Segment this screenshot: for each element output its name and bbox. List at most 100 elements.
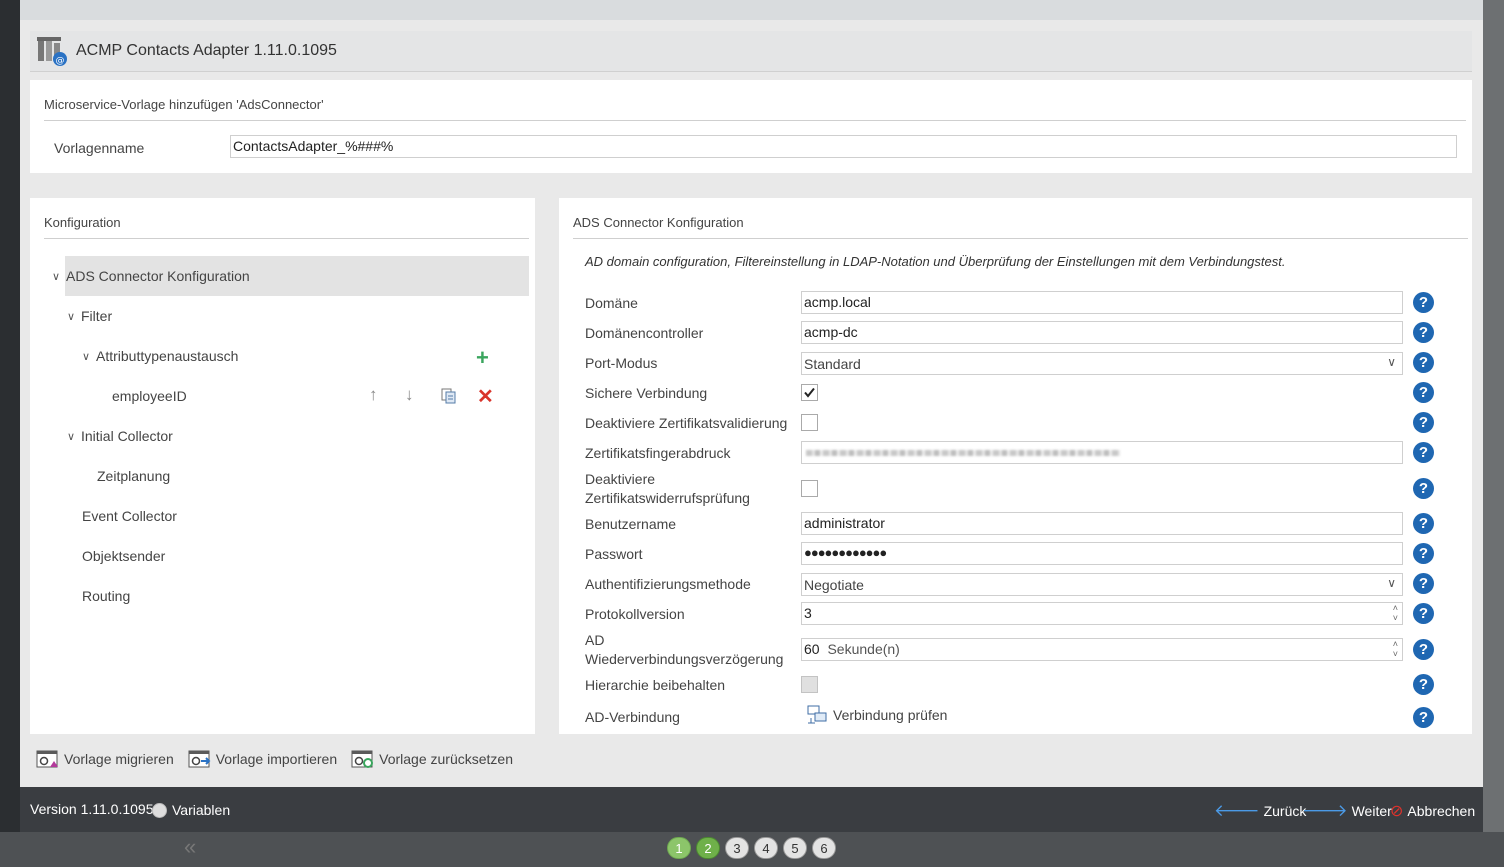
chevron-down-icon[interactable]: ∨ bbox=[67, 430, 81, 443]
arrow-right-icon: 🡒 bbox=[1302, 801, 1348, 820]
tree-item-attribute-exchange[interactable]: ∨ Attributtypenaustausch bbox=[82, 348, 238, 364]
cancel-button[interactable]: ⊘ Abbrechen bbox=[1390, 801, 1475, 821]
help-icon[interactable]: ? bbox=[1413, 543, 1434, 564]
domain-controller-label: Domänencontroller bbox=[585, 325, 704, 341]
ads-connector-panel: ADS Connector Konfiguration AD domain co… bbox=[559, 198, 1472, 734]
template-name-section: Microservice-Vorlage hinzufügen 'AdsConn… bbox=[30, 80, 1472, 173]
password-label: Passwort bbox=[585, 546, 643, 562]
reconnect-delay-value: 60 bbox=[804, 641, 820, 657]
username-label: Benutzername bbox=[585, 516, 677, 532]
dialog-titlebar: @ ACMP Contacts Adapter 1.11.0.1095 bbox=[30, 31, 1472, 72]
help-icon[interactable]: ? bbox=[1413, 707, 1434, 728]
wizard-step-1: 1 bbox=[667, 837, 691, 859]
reconnect-delay-unit: Sekunde(n) bbox=[827, 641, 900, 657]
tree-item-filter[interactable]: ∨ Filter bbox=[67, 308, 112, 324]
checkmark-icon bbox=[804, 387, 815, 398]
back-button[interactable]: 🡐 Zurück bbox=[1214, 801, 1306, 821]
dialog-title: ACMP Contacts Adapter 1.11.0.1095 bbox=[76, 42, 337, 59]
help-icon[interactable]: ? bbox=[1413, 573, 1434, 594]
chevron-down-icon[interactable]: ∨ bbox=[52, 270, 66, 283]
move-down-icon[interactable]: ↓ bbox=[405, 385, 414, 405]
keep-hierarchy-checkbox[interactable] bbox=[801, 676, 818, 693]
reset-template-button[interactable]: Vorlage zurücksetzen bbox=[351, 748, 513, 770]
help-icon[interactable]: ? bbox=[1413, 603, 1434, 624]
template-name-input[interactable]: ContactsAdapter_%###% bbox=[230, 135, 1457, 158]
copy-icon[interactable] bbox=[440, 387, 458, 405]
help-icon[interactable]: ? bbox=[1413, 478, 1434, 499]
background-app-sidebar bbox=[0, 0, 20, 867]
port-mode-label: Port-Modus bbox=[585, 355, 658, 371]
chevron-down-icon[interactable]: ∨ bbox=[67, 310, 81, 323]
cert-fingerprint-input[interactable] bbox=[801, 441, 1403, 464]
reset-template-icon bbox=[351, 750, 374, 768]
tree-item-ads-connector[interactable]: ∨ ADS Connector Konfiguration bbox=[52, 268, 250, 284]
chevron-down-icon: ∨ bbox=[1387, 576, 1396, 590]
dialog-footer: Version 1.11.0.1095 Variablen 🡐 Zurück 🡒… bbox=[20, 787, 1483, 832]
disable-revocation-label-line1: Deaktiviere bbox=[585, 471, 656, 487]
import-template-icon bbox=[188, 750, 211, 768]
check-connection-button[interactable]: Verbindung prüfen bbox=[807, 704, 947, 725]
tree-item-label: Routing bbox=[82, 588, 131, 604]
tree-item-event-collector[interactable]: Event Collector bbox=[82, 508, 177, 524]
ads-panel-description: AD domain configuration, Filtereinstellu… bbox=[585, 254, 1286, 269]
port-mode-select[interactable]: Standard ∨ bbox=[801, 352, 1403, 375]
spinner-arrows-icon[interactable]: ˄ ˅ bbox=[1393, 639, 1398, 659]
version-label: Version 1.11.0.1095 bbox=[30, 801, 154, 817]
import-template-label: Vorlage importieren bbox=[215, 751, 338, 767]
migrate-template-label: Vorlage migrieren bbox=[64, 751, 174, 767]
redacted-fingerprint bbox=[806, 450, 1120, 456]
secure-connection-checkbox[interactable] bbox=[801, 384, 818, 401]
help-icon[interactable]: ? bbox=[1413, 412, 1434, 433]
next-button[interactable]: 🡒 Weiter bbox=[1302, 801, 1392, 821]
help-icon[interactable]: ? bbox=[1413, 292, 1434, 313]
domain-input[interactable]: acmp.local bbox=[801, 291, 1403, 314]
protocol-version-label: Protokollversion bbox=[585, 606, 685, 622]
check-connection-label: Verbindung prüfen bbox=[833, 706, 948, 723]
move-up-icon[interactable]: ↑ bbox=[369, 385, 378, 405]
adapter-app-icon: @ bbox=[37, 37, 67, 66]
ad-connection-label: AD-Verbindung bbox=[585, 709, 680, 725]
help-icon[interactable]: ? bbox=[1413, 322, 1434, 343]
spinner-arrows-icon[interactable]: ˄ ˅ bbox=[1393, 603, 1398, 623]
tree-item-label: Objektsender bbox=[82, 548, 166, 564]
migrate-template-button[interactable]: Vorlage migrieren bbox=[36, 748, 174, 770]
disable-cert-validation-checkbox[interactable] bbox=[801, 414, 818, 431]
ads-panel-heading: ADS Connector Konfiguration bbox=[573, 215, 1468, 239]
tree-item-employeeid[interactable]: employeeID bbox=[112, 388, 187, 404]
disable-revocation-label: Deaktiviere Zertifikatswiderrufsprüfung bbox=[585, 470, 750, 508]
protocol-version-input[interactable]: 3 ˄ ˅ bbox=[801, 602, 1403, 625]
reconnect-delay-label: AD Wiederverbindungsverzögerung bbox=[585, 631, 783, 669]
help-icon[interactable]: ? bbox=[1413, 382, 1434, 403]
variables-radio[interactable] bbox=[152, 803, 167, 818]
configuration-tree-panel: Konfiguration ∨ ADS Connector Konfigurat… bbox=[30, 198, 535, 734]
password-input[interactable]: ●●●●●●●●●●●● bbox=[801, 542, 1403, 565]
chevron-down-icon[interactable]: ∨ bbox=[82, 350, 96, 363]
auth-method-label: Authentifizierungsmethode bbox=[585, 576, 751, 592]
svg-text:@: @ bbox=[56, 56, 65, 66]
cancel-label: Abbrechen bbox=[1407, 803, 1476, 819]
background-app-right bbox=[1483, 0, 1504, 867]
help-icon[interactable]: ? bbox=[1413, 352, 1434, 373]
username-input[interactable]: administrator bbox=[801, 512, 1403, 535]
background-app-top bbox=[0, 0, 1504, 20]
delete-icon[interactable]: ✕ bbox=[477, 384, 494, 409]
help-icon[interactable]: ? bbox=[1413, 639, 1434, 660]
tree-item-object-sender[interactable]: Objektsender bbox=[82, 548, 165, 564]
import-template-button[interactable]: Vorlage importieren bbox=[188, 748, 337, 770]
tree-item-routing[interactable]: Routing bbox=[82, 588, 130, 604]
reconnect-delay-label-line1: AD bbox=[585, 632, 605, 648]
add-icon[interactable]: + bbox=[476, 345, 489, 371]
tree-item-initial-collector[interactable]: ∨ Initial Collector bbox=[67, 428, 173, 444]
variables-label[interactable]: Variablen bbox=[172, 802, 230, 818]
help-icon[interactable]: ? bbox=[1413, 513, 1434, 534]
reset-template-label: Vorlage zurücksetzen bbox=[379, 751, 513, 767]
help-icon[interactable]: ? bbox=[1413, 674, 1434, 695]
network-monitor-icon bbox=[807, 705, 827, 724]
domain-controller-input[interactable]: acmp-dc bbox=[801, 321, 1403, 344]
reconnect-delay-input[interactable]: 60 Sekunde(n) ˄ ˅ bbox=[801, 638, 1403, 661]
tree-item-schedule[interactable]: Zeitplanung bbox=[97, 468, 170, 484]
disable-revocation-checkbox[interactable] bbox=[801, 480, 818, 497]
auth-method-select[interactable]: Negotiate ∨ bbox=[801, 573, 1403, 596]
collapse-double-chevron-icon[interactable]: « bbox=[184, 834, 196, 860]
help-icon[interactable]: ? bbox=[1413, 442, 1434, 463]
